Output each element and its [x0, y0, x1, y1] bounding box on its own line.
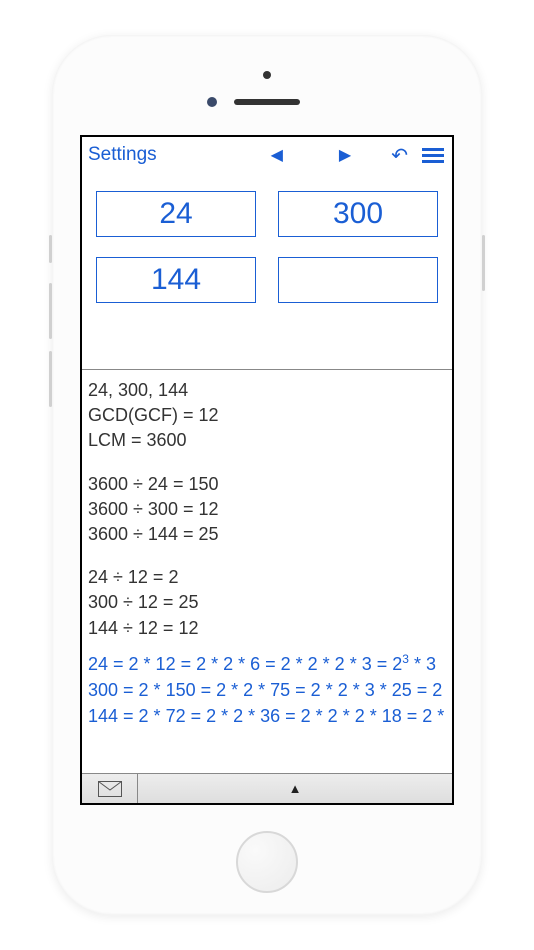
toolbar: Settings ◀ ▶ ↶	[82, 137, 452, 173]
gcd-div-3: 144 ÷ 12 = 12	[88, 616, 446, 641]
mail-icon	[98, 781, 122, 797]
bottom-bar: ▲	[82, 773, 452, 803]
mail-button[interactable]	[82, 774, 138, 803]
home-button[interactable]	[236, 831, 298, 893]
lcm-div-1: 3600 ÷ 24 = 150	[88, 472, 446, 497]
lcm-div-2: 3600 ÷ 300 = 12	[88, 497, 446, 522]
app-screen: Settings ◀ ▶ ↶ 24 300 144 24, 300,	[80, 135, 454, 805]
factorization-block: 24 = 2 * 12 = 2 * 2 * 6 = 2 * 2 * 2 * 3 …	[88, 651, 446, 729]
input-3[interactable]: 144	[96, 257, 256, 303]
gcd-line: GCD(GCF) = 12	[88, 403, 446, 428]
prev-icon[interactable]: ◀	[271, 145, 283, 165]
menu-icon[interactable]	[422, 148, 444, 163]
undo-icon[interactable]: ↶	[391, 143, 408, 168]
results-panel: 24, 300, 144 GCD(GCF) = 12 LCM = 3600 36…	[82, 370, 452, 773]
input-2[interactable]: 300	[278, 191, 438, 237]
settings-link[interactable]: Settings	[88, 144, 157, 166]
factor-300: 300 = 2 * 150 = 2 * 2 * 75 = 2 * 2 * 3 *…	[88, 677, 446, 703]
gcd-div-1: 24 ÷ 12 = 2	[88, 565, 446, 590]
gcd-div-2: 300 ÷ 12 = 25	[88, 590, 446, 615]
expand-button[interactable]: ▲	[138, 774, 452, 803]
input-4[interactable]	[278, 257, 438, 303]
factor-24: 24 = 2 * 12 = 2 * 2 * 6 = 2 * 2 * 2 * 3 …	[88, 651, 446, 677]
lcm-div-3: 3600 ÷ 144 = 25	[88, 522, 446, 547]
numbers-line: 24, 300, 144	[88, 378, 446, 403]
input-1[interactable]: 24	[96, 191, 256, 237]
lcm-line: LCM = 3600	[88, 428, 446, 453]
factor-144: 144 = 2 * 72 = 2 * 2 * 36 = 2 * 2 * 2 * …	[88, 703, 446, 729]
triangle-up-icon: ▲	[289, 781, 302, 796]
input-grid: 24 300 144	[82, 173, 452, 333]
next-icon[interactable]: ▶	[339, 145, 351, 165]
